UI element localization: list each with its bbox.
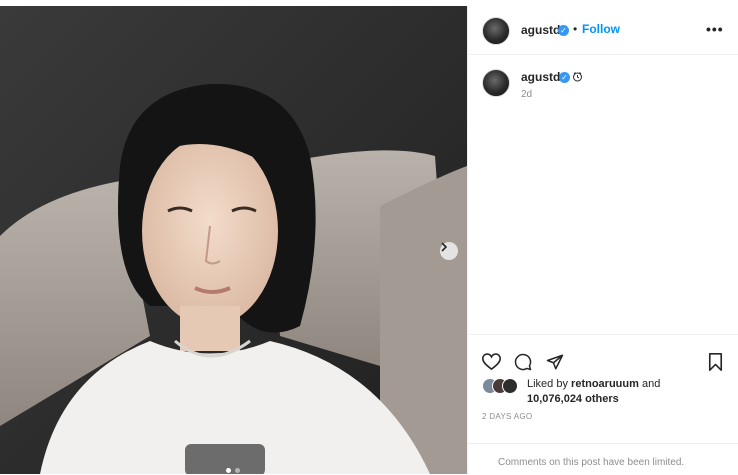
likes-prefix: Liked by [527,378,568,390]
author-username[interactable]: agustd [521,23,560,37]
heart-icon[interactable] [482,353,501,371]
liker-avatars[interactable] [482,378,528,394]
selfie-photo [0,6,467,474]
comments-limited-notice: Comments on this post have been limited. [498,457,685,468]
author-avatar[interactable] [482,17,510,45]
carousel-indicator [226,468,240,473]
comment-icon[interactable] [514,353,532,371]
verified-badge-icon: ✓ [558,25,569,36]
separator-dot: • [573,22,578,36]
caption-time-ago: 2d [521,89,533,100]
likes-summary: Liked by retnoaruuum and 10,076,024 othe… [527,377,660,407]
comments-footer: Comments on this post have been limited. [468,443,738,475]
post-header: agustd ✓ • Follow ••• [468,6,738,55]
caption-username[interactable]: agustd [521,70,560,84]
chevron-right-icon [441,242,448,252]
liker-avatar [502,378,518,394]
caption-author-avatar[interactable] [482,69,510,97]
likes-and: and [641,378,661,390]
likes-count[interactable]: 10,076,024 others [527,393,619,405]
caption-verified-badge-icon: ✓ [559,72,570,83]
liked-by-username[interactable]: retnoaruuum [571,378,639,390]
post-side-panel: agustd ✓ • Follow ••• agustd ✓ 2d Liked … [467,6,738,474]
clock-icon [573,72,582,82]
post-image[interactable] [0,6,467,474]
post-date: 2 DAYS AGO [482,412,533,421]
carousel-dot-active [226,468,231,473]
follow-button[interactable]: Follow [582,22,620,36]
bookmark-icon[interactable] [708,353,723,371]
carousel-dot [235,468,240,473]
more-options-icon[interactable]: ••• [706,21,724,37]
share-icon[interactable] [546,353,564,371]
next-image-button[interactable] [440,242,458,260]
